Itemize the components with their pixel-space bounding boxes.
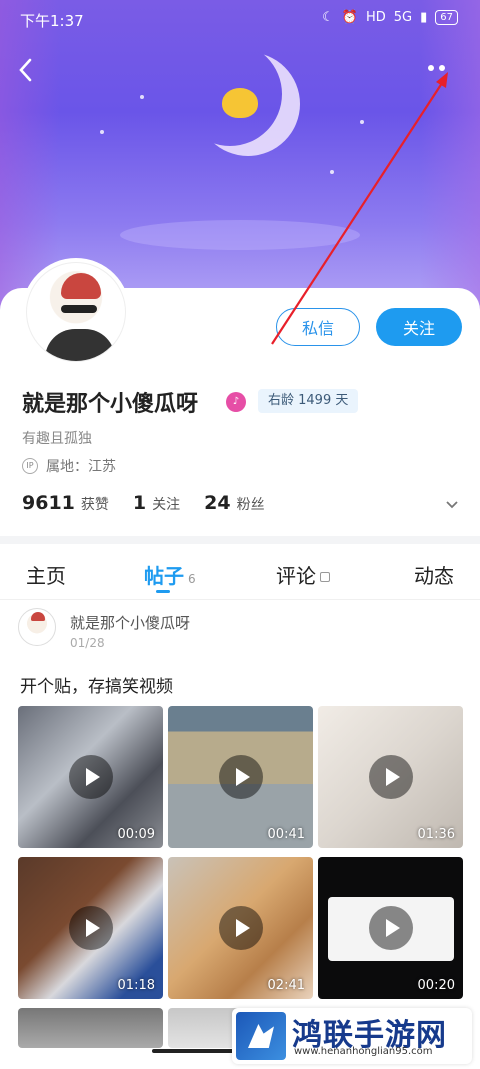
more-button[interactable] <box>428 60 458 76</box>
stat-followers[interactable]: 24 粉丝 <box>204 492 264 514</box>
vip-badge-icon[interactable]: ♪ <box>226 392 246 412</box>
ip-icon: IP <box>22 458 38 474</box>
tab-label: 帖子 <box>144 564 184 588</box>
video-thumbnail[interactable] <box>18 1008 163 1048</box>
star-decoration <box>140 95 144 99</box>
post-title[interactable]: 开个贴，存搞笑视频 <box>20 672 173 697</box>
profile-tabs: 主页 帖子 6 评论 动态 <box>0 548 480 600</box>
play-icon <box>68 755 113 799</box>
tab-posts[interactable]: 帖子 6 <box>144 560 196 589</box>
avatar-body <box>45 329 115 361</box>
platform-illustration <box>120 220 360 250</box>
stat-likes[interactable]: 9611 获赞 <box>22 492 109 514</box>
ip-label: 属地：江苏 <box>46 459 116 475</box>
avatar-glasses <box>61 305 97 313</box>
video-duration: 00:20 <box>417 978 455 993</box>
play-icon <box>68 906 113 950</box>
video-thumbnail[interactable]: 01:36 <box>318 706 463 848</box>
watermark: 鸿联手游网 www.henanhonglian95.com <box>232 1008 472 1064</box>
video-duration: 00:41 <box>267 827 305 842</box>
video-duration: 01:36 <box>417 827 455 842</box>
tab-home[interactable]: 主页 <box>26 560 66 589</box>
watermark-logo-icon <box>236 1012 286 1060</box>
video-thumbnail[interactable]: 00:20 <box>318 857 463 999</box>
play-icon <box>218 755 263 799</box>
video-duration: 01:18 <box>117 978 155 993</box>
stat-number: 24 <box>204 492 231 514</box>
battery-icon: 67 <box>435 10 458 25</box>
lock-icon <box>320 572 330 582</box>
avatar-image <box>26 262 126 362</box>
post-author-avatar[interactable] <box>18 608 56 646</box>
back-button[interactable] <box>16 56 40 84</box>
signal-icon: ▮ <box>420 10 428 25</box>
tab-label: 评论 <box>276 564 316 588</box>
star-decoration <box>360 120 364 124</box>
section-divider <box>0 536 480 544</box>
network-label: 5G <box>393 10 413 25</box>
age-badge: 右龄 1499 天 <box>258 389 359 413</box>
star-decoration <box>330 170 334 174</box>
avatar-hat <box>61 273 101 299</box>
watermark-url: www.henanhonglian95.com <box>294 1046 433 1057</box>
video-thumbnail[interactable]: 02:41 <box>168 857 313 999</box>
moon-icon: ☾ <box>322 10 334 25</box>
video-thumbnail[interactable]: 01:18 <box>18 857 163 999</box>
alarm-icon: ⏰ <box>341 10 358 25</box>
profile-stats: 9611 获赞 1 关注 24 粉丝 <box>22 492 265 514</box>
profile-name: 就是那个小傻瓜呀 <box>22 392 199 417</box>
play-icon <box>368 755 413 799</box>
more-dot <box>428 65 434 71</box>
stat-label: 粉丝 <box>236 497 265 513</box>
message-button[interactable]: 私信 <box>276 308 360 346</box>
status-time: 下午1:37 <box>20 12 84 30</box>
status-icons: ☾ ⏰ HD 5G ▮ 67 <box>322 10 458 25</box>
chevron-left-icon <box>19 58 32 82</box>
tab-activity[interactable]: 动态 <box>414 560 454 589</box>
stat-label: 获赞 <box>80 497 109 513</box>
tab-comments[interactable]: 评论 <box>276 560 330 589</box>
star-decoration <box>100 130 104 134</box>
profile-avatar[interactable] <box>22 258 130 366</box>
chick-illustration <box>222 88 258 118</box>
tab-label: 主页 <box>26 564 66 588</box>
ip-location: IP 属地：江苏 <box>22 456 116 476</box>
chevron-down-icon[interactable] <box>444 496 460 512</box>
stat-number: 1 <box>132 492 147 514</box>
banner-tree-right <box>420 0 480 320</box>
video-duration: 02:41 <box>267 978 305 993</box>
play-icon <box>368 906 413 950</box>
tab-label: 动态 <box>414 564 454 588</box>
stat-following[interactable]: 1 关注 <box>133 492 180 514</box>
stat-label: 关注 <box>152 497 181 513</box>
stat-number: 9611 <box>22 492 75 514</box>
video-duration: 00:09 <box>117 827 155 842</box>
more-dot <box>439 65 445 71</box>
status-bar: 下午1:37 ☾ ⏰ HD 5G ▮ 67 <box>0 8 480 32</box>
profile-bio: 有趣且孤独 <box>22 431 92 447</box>
post-date: 01/28 <box>70 636 105 650</box>
follow-button[interactable]: 关注 <box>376 308 462 346</box>
hd-label: HD <box>365 10 386 25</box>
tab-count: 6 <box>188 572 196 586</box>
play-icon <box>218 906 263 950</box>
tab-active-indicator <box>156 590 170 593</box>
post-author-name[interactable]: 就是那个小傻瓜呀 <box>70 612 190 633</box>
video-thumbnail[interactable]: 00:09 <box>18 706 163 848</box>
video-thumbnail[interactable]: 00:41 <box>168 706 313 848</box>
